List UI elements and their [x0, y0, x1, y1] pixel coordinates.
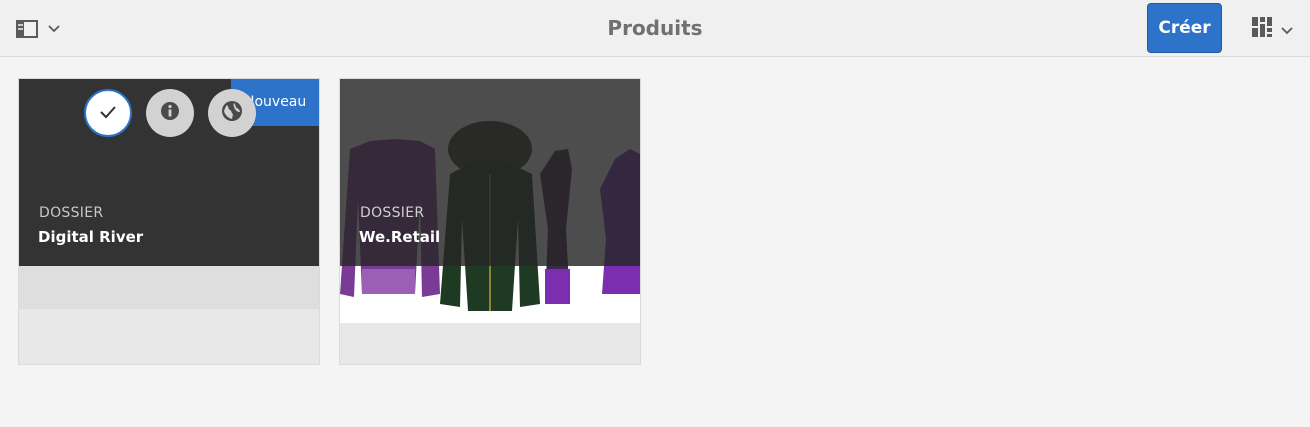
rail-toggle-button[interactable] — [16, 16, 68, 42]
sidebar-toggle-icon — [16, 20, 38, 38]
card-we-retail[interactable]: DOSSIER We.Retail — [339, 78, 641, 365]
card-title: We.Retail — [359, 228, 441, 246]
select-quick-action[interactable] — [84, 89, 132, 137]
card-footer — [19, 309, 319, 364]
card-view-icon — [1251, 16, 1273, 42]
quick-actions — [84, 89, 256, 137]
card-meta-strip — [19, 266, 319, 309]
card-footer — [340, 323, 640, 364]
top-bar: Produits Créer — [0, 0, 1310, 57]
publish-globe-icon — [221, 100, 243, 126]
card-kind-label: DOSSIER — [360, 205, 425, 221]
properties-quick-action[interactable] — [146, 89, 194, 137]
page-title: Produits — [607, 16, 703, 40]
publish-quick-action[interactable] — [208, 89, 256, 137]
view-switcher-button[interactable] — [1251, 16, 1299, 42]
chevron-down-icon — [48, 25, 60, 33]
apparel-thumbnail — [340, 79, 640, 323]
card-digital-river[interactable]: Nouveau DOSSIER Digital River — [18, 78, 320, 365]
card-kind-label: DOSSIER — [39, 205, 104, 221]
check-icon — [99, 104, 117, 123]
create-button[interactable]: Créer — [1147, 3, 1222, 53]
info-icon — [160, 101, 180, 125]
card-title: Digital River — [38, 228, 144, 246]
chevron-down-icon — [1281, 20, 1293, 39]
